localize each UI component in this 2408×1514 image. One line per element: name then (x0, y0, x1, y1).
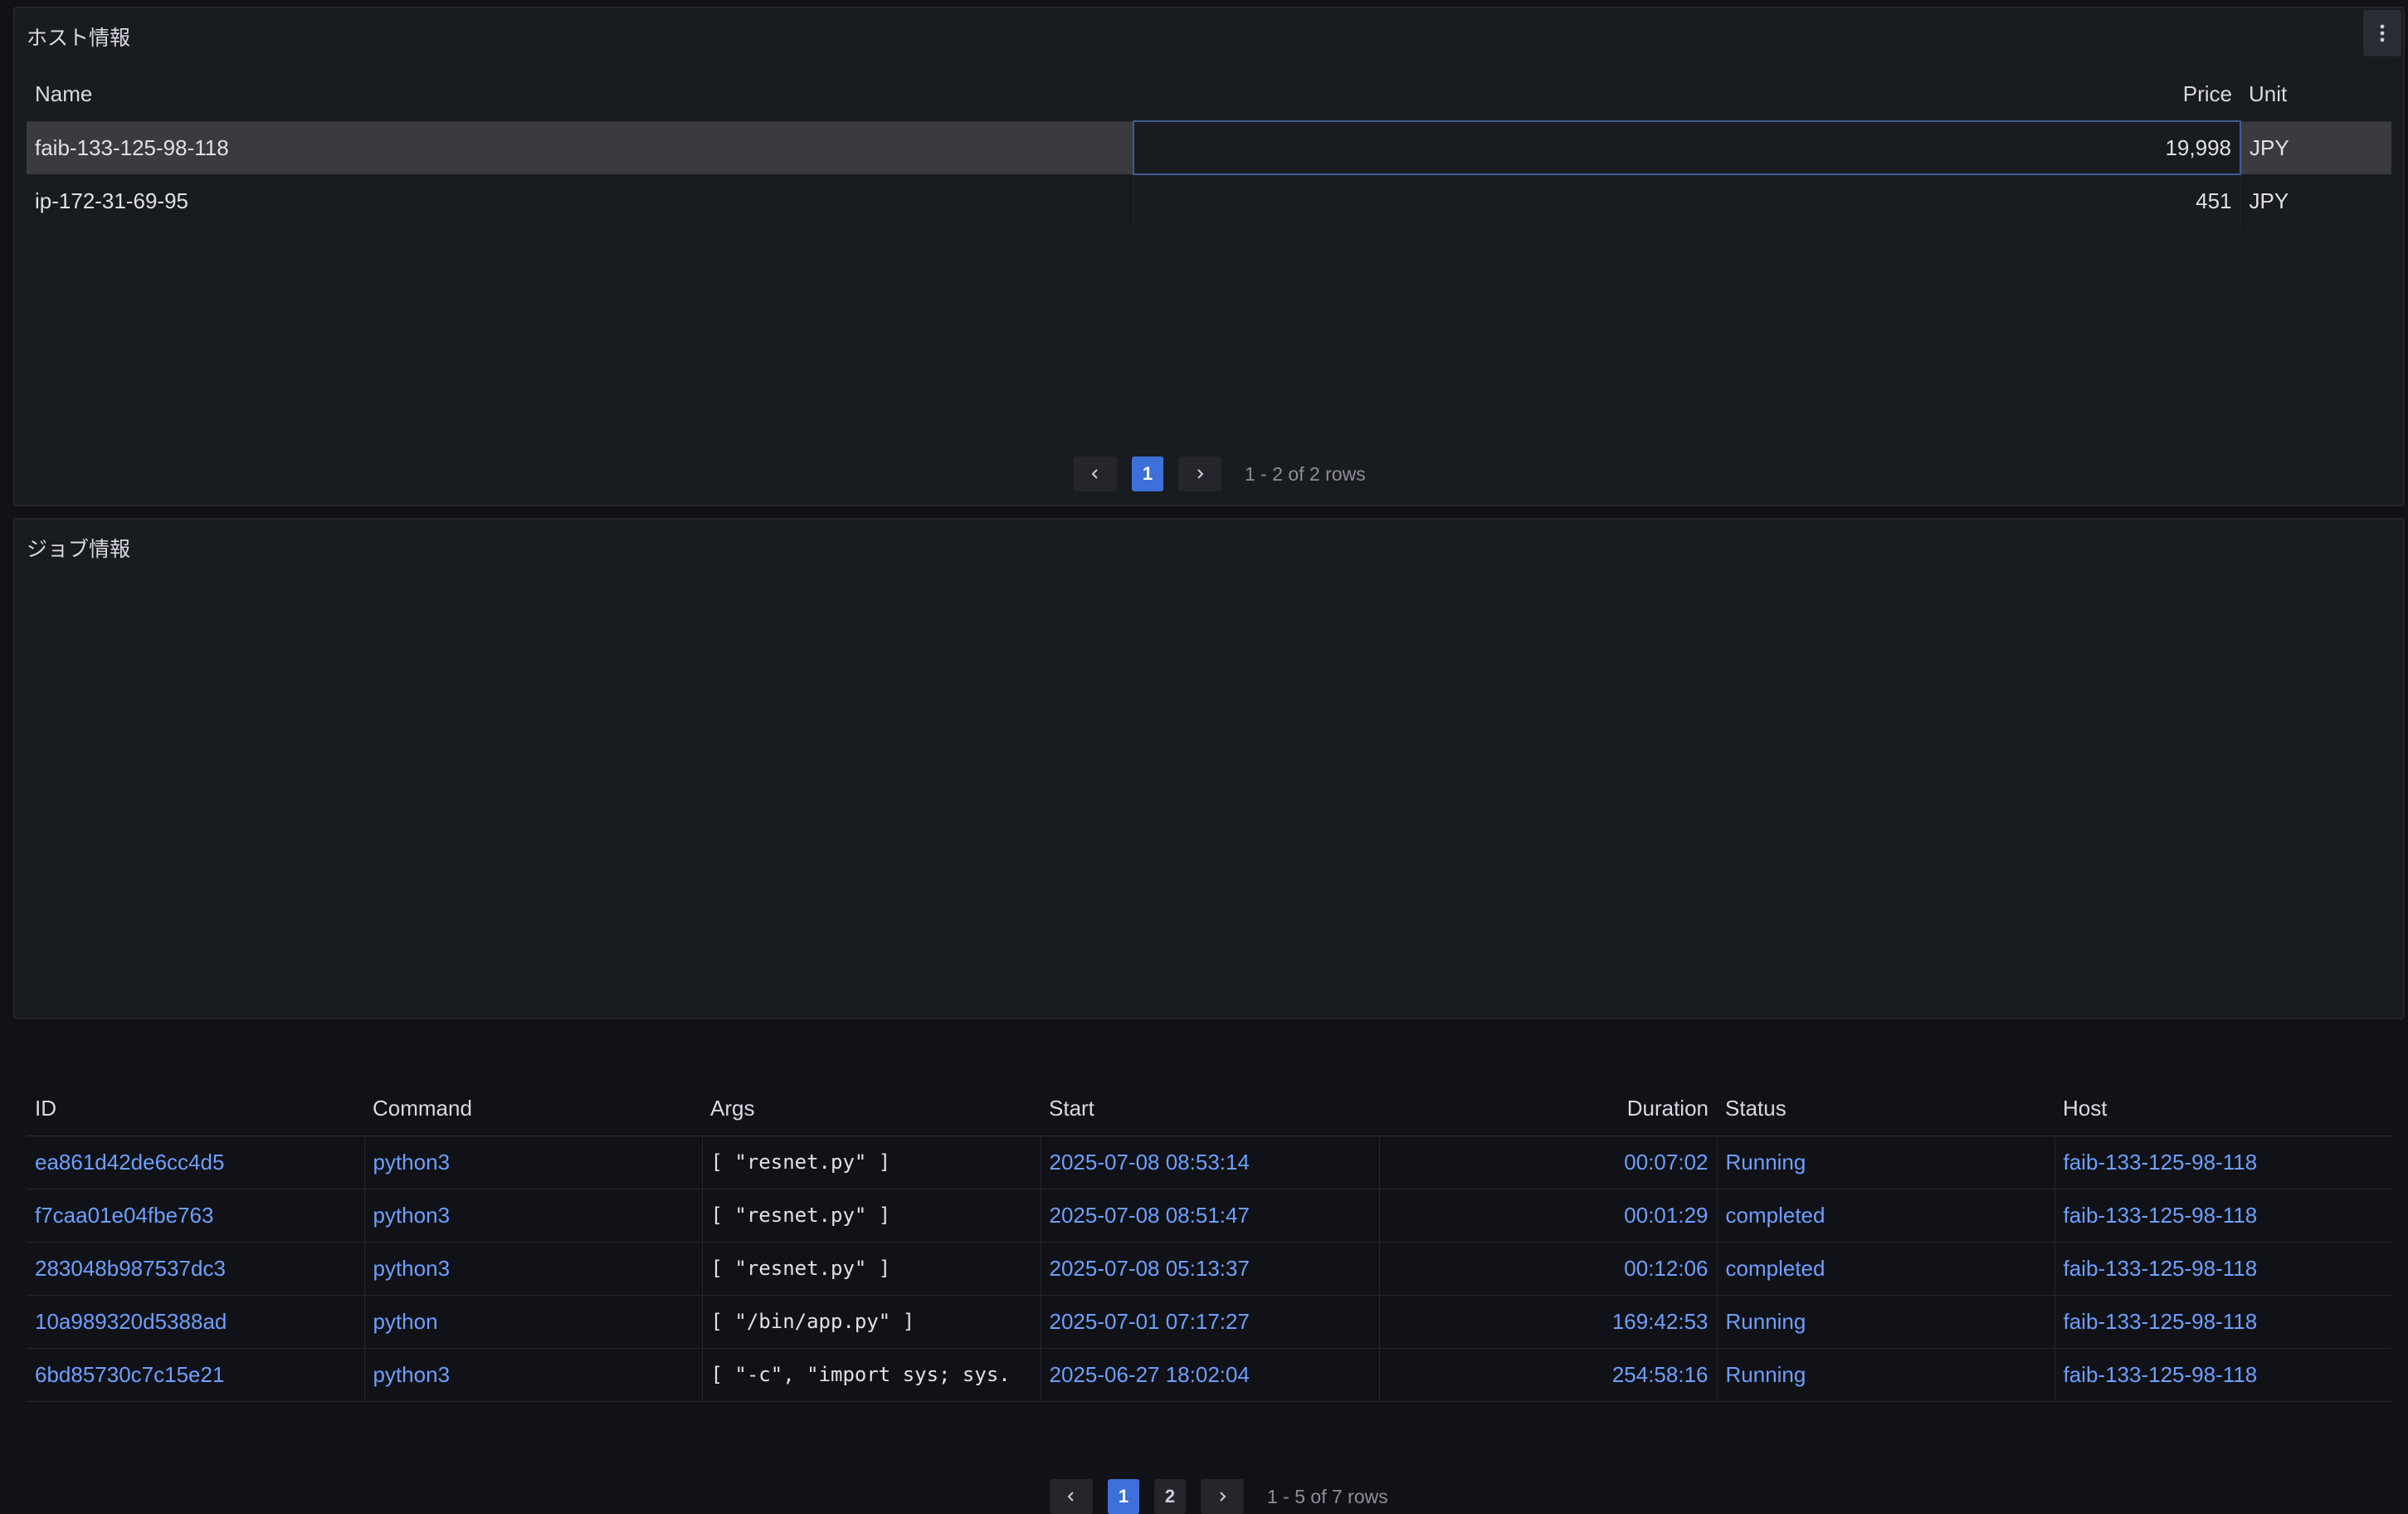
job-command-link[interactable]: python3 (364, 1242, 703, 1296)
host-table: Name Price Unit faib-133-125-98-118 19,9… (27, 68, 2391, 227)
job-status-link[interactable]: Running (1717, 1295, 2055, 1349)
panel-title: ホスト情報 (27, 27, 131, 50)
job-duration-link[interactable]: 169:42:53 (1379, 1295, 1718, 1349)
job-host-link[interactable]: faib-133-125-98-118 (2055, 1136, 2391, 1189)
job-duration-link[interactable]: 00:07:02 (1379, 1136, 1718, 1189)
column-header-name[interactable]: Name (27, 68, 1133, 122)
chevron-left-icon (1091, 469, 1098, 479)
page-1-button[interactable]: 1 (1132, 457, 1163, 491)
job-command-link[interactable]: python3 (364, 1189, 703, 1243)
job-start-link[interactable]: 2025-07-08 05:13:37 (1041, 1242, 1380, 1296)
job-host-link[interactable]: faib-133-125-98-118 (2055, 1295, 2391, 1349)
job-id-link[interactable]: 283048b987537dc3 (27, 1242, 365, 1296)
job-start-link[interactable]: 2025-07-08 08:53:14 (1041, 1136, 1380, 1189)
job-id-link[interactable]: 6bd85730c7c15e21 (27, 1348, 365, 1402)
job-status-link[interactable]: Running (1717, 1136, 2055, 1189)
next-page-button[interactable] (1201, 1479, 1244, 1514)
job-args-cell: [ "resnet.py" ] (702, 1189, 1041, 1243)
job-status-link[interactable]: completed (1717, 1242, 2055, 1296)
column-header-args[interactable]: Args (702, 1082, 1041, 1136)
chevron-right-icon (1197, 469, 1204, 479)
job-duration-link[interactable]: 00:01:29 (1379, 1189, 1718, 1243)
host-name-cell[interactable]: ip-172-31-69-95 (27, 174, 1134, 227)
job-id-link[interactable]: ea861d42de6cc4d5 (27, 1136, 365, 1189)
column-header-host[interactable]: Host (2055, 1082, 2391, 1136)
table-header-row: ID Command Args Start Duration Status Ho… (27, 1082, 2391, 1136)
job-duration-link[interactable]: 00:12:06 (1379, 1242, 1718, 1296)
host-unit-cell[interactable]: JPY (2240, 121, 2391, 174)
job-start-link[interactable]: 2025-06-27 18:02:04 (1041, 1348, 1380, 1402)
column-header-unit[interactable]: Unit (2240, 68, 2391, 122)
job-host-link[interactable]: faib-133-125-98-118 (2055, 1348, 2391, 1402)
job-info-panel: ジョブ情報 ID Command Args Start Duration Sta… (13, 518, 2405, 1514)
job-start-link[interactable]: 2025-07-08 08:51:47 (1041, 1189, 1380, 1243)
host-info-panel: ホスト情報 Name Price Unit faib-133-125-98-11… (13, 7, 2405, 506)
table-row[interactable]: faib-133-125-98-118 19,998 JPY (27, 120, 2391, 175)
pagination: 1 2 1 - 5 of 7 rows (1050, 1479, 1388, 1514)
job-args-cell: [ "-c", "import sys; sys. (702, 1348, 1041, 1402)
page-1-button[interactable]: 1 (1108, 1479, 1139, 1514)
panel-title: ジョブ情報 (27, 538, 131, 561)
job-command-link[interactable]: python3 (364, 1348, 703, 1402)
column-header-status[interactable]: Status (1717, 1082, 2055, 1136)
job-duration-link[interactable]: 254:58:16 (1379, 1348, 1718, 1402)
chevron-right-icon (1220, 1492, 1226, 1502)
column-header-price[interactable]: Price (1133, 68, 2240, 122)
chevron-left-icon (1067, 1492, 1074, 1502)
job-table: ID Command Args Start Duration Status Ho… (27, 1082, 2391, 1402)
job-command-link[interactable]: python3 (364, 1136, 703, 1189)
job-id-link[interactable]: f7caa01e04fbe763 (27, 1189, 365, 1243)
panel-menu-button[interactable] (2363, 10, 2401, 56)
job-id-link[interactable]: 10a989320d5388ad (27, 1295, 365, 1349)
column-header-duration[interactable]: Duration (1379, 1082, 1717, 1136)
table-row[interactable]: 6bd85730c7c15e21 python3 [ "-c", "import… (27, 1348, 2391, 1402)
host-price-cell[interactable]: 451 (1133, 174, 2241, 227)
job-status-link[interactable]: Running (1717, 1348, 2055, 1402)
host-price-cell[interactable]: 19,998 (1133, 120, 2241, 175)
next-page-button[interactable] (1178, 457, 1221, 491)
job-start-link[interactable]: 2025-07-01 07:17:27 (1041, 1295, 1380, 1349)
prev-page-button[interactable] (1050, 1479, 1093, 1514)
pagination: 1 1 - 2 of 2 rows (1074, 457, 1366, 491)
kebab-menu-icon (2380, 24, 2385, 42)
table-row[interactable]: ip-172-31-69-95 451 JPY (27, 174, 2391, 227)
table-row[interactable]: 283048b987537dc3 python3 [ "resnet.py" ]… (27, 1242, 2391, 1296)
table-row[interactable]: f7caa01e04fbe763 python3 [ "resnet.py" ]… (27, 1189, 2391, 1243)
job-host-link[interactable]: faib-133-125-98-118 (2055, 1242, 2391, 1296)
pagination-info: 1 - 2 of 2 rows (1245, 462, 1366, 485)
column-header-id[interactable]: ID (27, 1082, 364, 1136)
job-status-link[interactable]: completed (1717, 1189, 2055, 1243)
job-args-cell: [ "resnet.py" ] (702, 1136, 1041, 1189)
page-2-button[interactable]: 2 (1154, 1479, 1186, 1514)
column-header-command[interactable]: Command (364, 1082, 702, 1136)
table-header-row: Name Price Unit (27, 68, 2391, 122)
host-unit-cell[interactable]: JPY (2240, 174, 2391, 227)
job-command-link[interactable]: python (364, 1295, 703, 1349)
host-name-cell[interactable]: faib-133-125-98-118 (27, 121, 1134, 174)
table-row[interactable]: 10a989320d5388ad python [ "/bin/app.py" … (27, 1295, 2391, 1349)
job-args-cell: [ "resnet.py" ] (702, 1242, 1041, 1296)
pagination-info: 1 - 5 of 7 rows (1267, 1485, 1388, 1507)
column-header-start[interactable]: Start (1041, 1082, 1379, 1136)
prev-page-button[interactable] (1074, 457, 1117, 491)
job-host-link[interactable]: faib-133-125-98-118 (2055, 1189, 2391, 1243)
table-row[interactable]: ea861d42de6cc4d5 python3 [ "resnet.py" ]… (27, 1136, 2391, 1189)
job-args-cell: [ "/bin/app.py" ] (702, 1295, 1041, 1349)
